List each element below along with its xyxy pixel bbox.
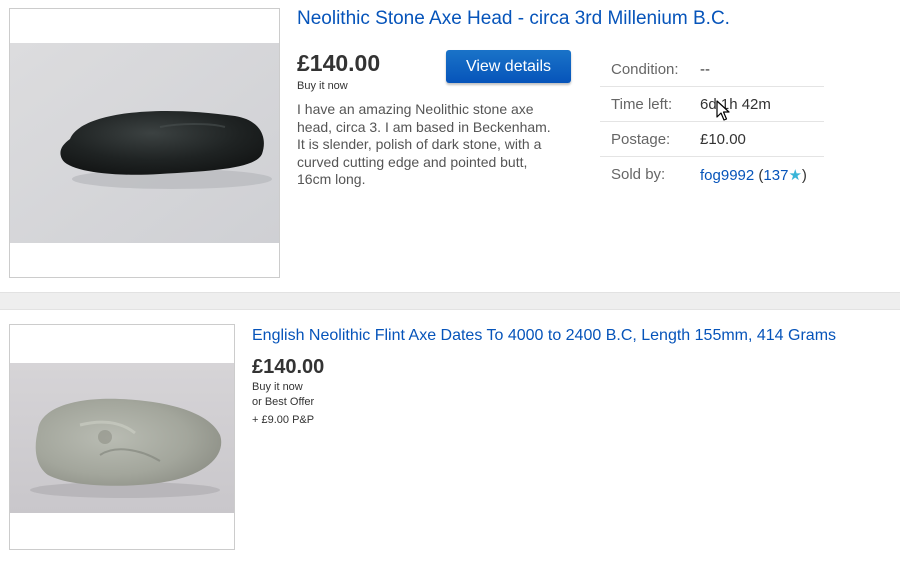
time-left-label: Time left:: [611, 96, 673, 113]
listing-2-price: £140.00: [252, 356, 325, 378]
listing-separator: [0, 292, 900, 310]
listing-2-postage: + £9.00 P&P: [252, 414, 315, 426]
dark-stone-axe-image: [10, 43, 279, 243]
spec-row-condition: Condition: --: [600, 52, 824, 87]
feedback-score-link[interactable]: 137: [763, 167, 788, 184]
listing-2-buy-it-now: Buy it now: [252, 381, 303, 393]
spec-row-time-left: Time left: 6d 1h 42m: [600, 87, 824, 122]
spec-row-postage: Postage: £10.00: [600, 122, 824, 157]
seller-close-paren: ): [801, 167, 807, 184]
listing-card-1: Neolithic Stone Axe Head - circa 3rd Mil…: [0, 0, 900, 292]
mouse-pointer-icon: [716, 100, 730, 121]
listing-1-price: £140.00: [297, 50, 381, 76]
postage-value: £10.00: [700, 131, 746, 148]
listing-1-description: I have an amazing Neolithic stone axe he…: [297, 101, 551, 187]
feedback-star-icon: ★: [788, 167, 802, 184]
listing-2-thumbnail[interactable]: [9, 324, 235, 550]
spec-row-sold-by: Sold by: fog9992 (137★): [600, 157, 824, 191]
listing-card-2: English Neolithic Flint Axe Dates To 400…: [0, 310, 900, 561]
listing-1-title-link[interactable]: Neolithic Stone Axe Head - circa 3rd Mil…: [297, 8, 730, 30]
condition-label: Condition:: [611, 61, 679, 78]
time-left-value: 6d 1h 42m: [700, 96, 771, 113]
view-details-button[interactable]: View details: [446, 50, 571, 83]
condition-value: --: [700, 61, 710, 78]
seller-info: fog9992 (137★): [700, 166, 807, 184]
sold-by-label: Sold by:: [611, 166, 666, 183]
seller-name-link[interactable]: fog9992: [700, 167, 754, 184]
postage-label: Postage:: [611, 131, 671, 148]
flint-axe-image: [10, 363, 234, 513]
listing-2-title-link[interactable]: English Neolithic Flint Axe Dates To 400…: [252, 327, 836, 345]
listing-2-best-offer: or Best Offer: [252, 396, 315, 408]
listing-1-buy-it-now: Buy it now: [297, 80, 348, 92]
listing-1-thumbnail[interactable]: [9, 8, 280, 278]
listing-1-specs-table: Condition: -- Time left: 6d 1h 42m Posta…: [600, 52, 824, 191]
